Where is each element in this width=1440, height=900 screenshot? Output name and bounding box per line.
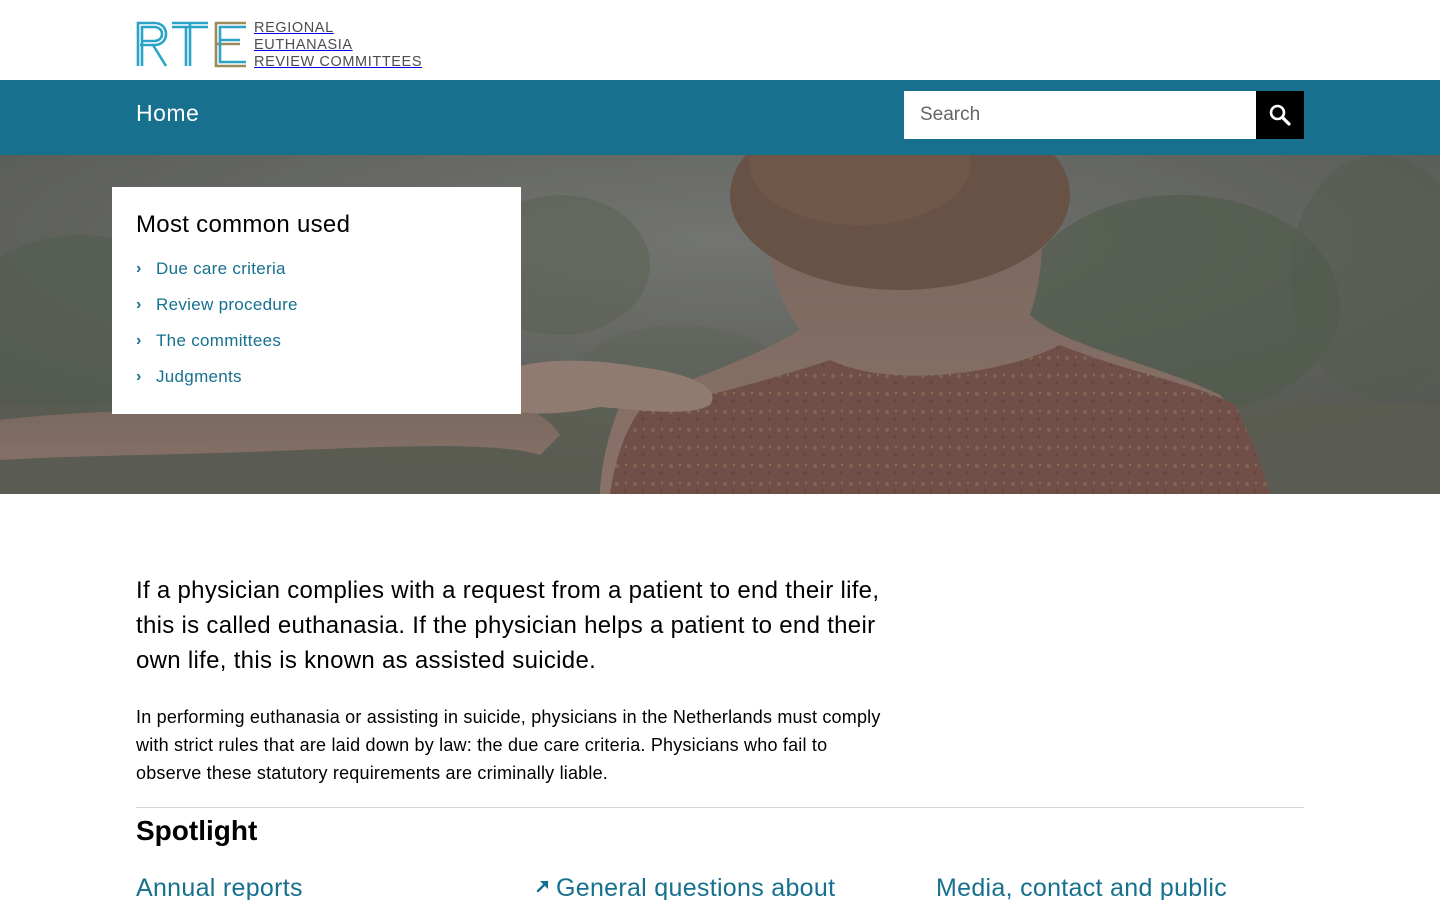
logo-line-1: REGIONAL (254, 20, 334, 36)
chevron-right-icon: › (136, 332, 142, 349)
link-due-care-criteria[interactable]: Due care criteria (156, 259, 286, 279)
most-common-used-panel: Most common used › Due care criteria › R… (112, 187, 521, 414)
list-item: › Judgments (136, 359, 497, 395)
search-input[interactable] (904, 91, 1256, 139)
search-button[interactable] (1256, 91, 1304, 139)
link-judgments[interactable]: Judgments (156, 367, 242, 387)
logo-line-2: EUTHANASIA (254, 37, 353, 53)
spotlight-annual-reports-link[interactable]: Annual reports (136, 874, 303, 900)
logo-line-3: REVIEW COMMITTEES (254, 54, 423, 70)
search-form (904, 91, 1304, 139)
intro-lead: If a physician complies with a request f… (136, 577, 880, 674)
section-divider (136, 807, 1304, 808)
search-icon (1269, 104, 1291, 126)
site-logo[interactable]: REGIONAL EUTHANASIA REVIEW COMMITTEES (136, 20, 422, 71)
spotlight-heading: Spotlight (136, 815, 258, 846)
spotlight-media-contact-link[interactable]: Media, contact and public (936, 874, 1227, 900)
chevron-right-icon: › (136, 368, 142, 385)
intro-body: In performing euthanasia or assisting in… (136, 707, 881, 783)
link-the-committees[interactable]: The committees (156, 331, 281, 351)
external-arrow-icon (536, 880, 549, 893)
nav-home-link[interactable]: Home (136, 100, 199, 127)
chevron-right-icon: › (136, 260, 142, 277)
chevron-right-icon: › (136, 296, 142, 313)
logo-wordmark: REGIONAL EUTHANASIA REVIEW COMMITTEES (254, 20, 422, 71)
rte-logo-icon (136, 21, 246, 68)
list-item: › Due care criteria (136, 251, 497, 287)
list-item: › Review procedure (136, 287, 497, 323)
spotlight-general-questions-link[interactable]: General questions about (556, 874, 835, 900)
quick-links-list: › Due care criteria › Review procedure ›… (136, 251, 497, 395)
panel-title: Most common used (136, 211, 351, 238)
link-review-procedure[interactable]: Review procedure (156, 295, 298, 315)
list-item: › The committees (136, 323, 497, 359)
site-header: REGIONAL EUTHANASIA REVIEW COMMITTEES (0, 0, 1440, 80)
